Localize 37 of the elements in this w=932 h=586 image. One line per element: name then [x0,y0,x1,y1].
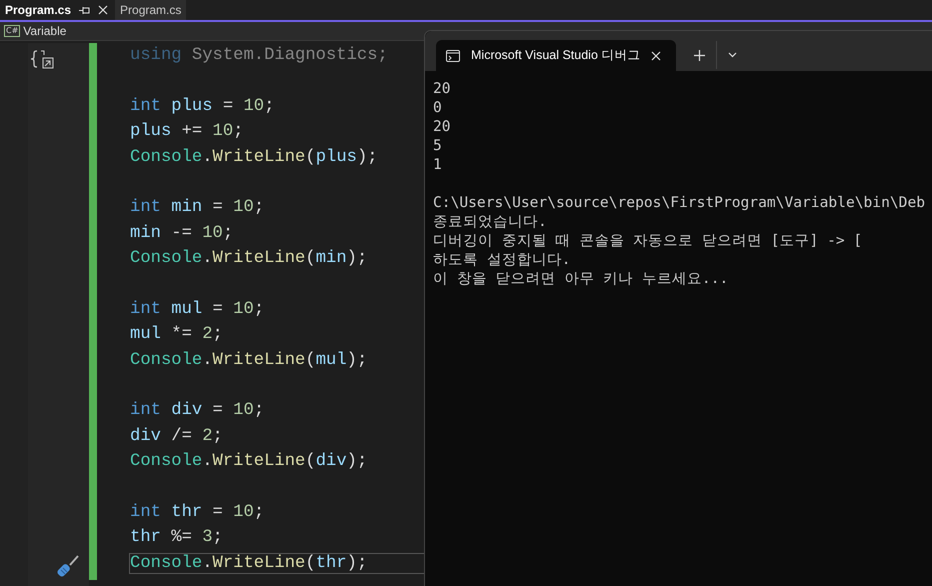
code-line: mul *= 2; [130,325,223,344]
code-line: Console.WriteLine(thr); [130,554,428,573]
code-line: plus += 10; [130,122,244,142]
new-tab-icon[interactable] [694,50,706,61]
console-output-line: 1 [433,156,442,173]
code-line: int mul = 10; [130,300,264,319]
document-tab[interactable]: Program.cs [115,0,186,20]
code-line: div /= 2; [130,426,223,446]
code-line: Console.WriteLine(plus); [130,148,378,167]
console-output-line: 이 창을 닫으려면 아무 키나 누르세요... [433,270,728,287]
console-output-line: 5 [433,137,442,154]
code-line: thr %= 3; [130,528,223,548]
code-line: int min = 10; [130,198,264,218]
close-icon[interactable] [98,5,108,15]
code-line: Console.WriteLine(div); [130,452,368,472]
project-selector[interactable]: C# Variable [4,24,66,38]
console-output-line: C:\Users\User\source\repos\FirstProgram\Variable\bin\Deb [433,194,926,211]
dropdown-icon[interactable] [728,52,738,58]
console-output-line: 0 [433,99,442,116]
code-line: int thr = 10; [130,503,264,522]
code-line: Console.WriteLine(min); [130,249,368,268]
console-output-line: 종료되었습니다. [433,213,547,230]
console-tab[interactable]: Microsoft Visual Studio 디버그 [436,40,676,71]
close-icon[interactable] [651,50,662,60]
code-line: Console.WriteLine(mul); [130,350,368,370]
pin-icon[interactable] [79,6,90,14]
console-output-line: 디버깅이 중지될 때 콘솔을 자동으로 닫으려면 [도구] -> [ [433,232,862,249]
code-line: int plus = 10; [130,96,274,116]
code-block-icon[interactable] [30,49,56,71]
console-output-line: 20 [433,118,451,135]
terminal-icon [446,50,460,62]
code-line: int div = 10; [130,401,264,420]
console-output-line: 하도록 설정합니다. [433,251,571,268]
file-type-icon: C# [4,25,20,37]
console-output-line: 20 [433,80,451,97]
code-line: using System.Diagnostics; [130,46,388,65]
code-line: min -= 10; [130,224,234,243]
